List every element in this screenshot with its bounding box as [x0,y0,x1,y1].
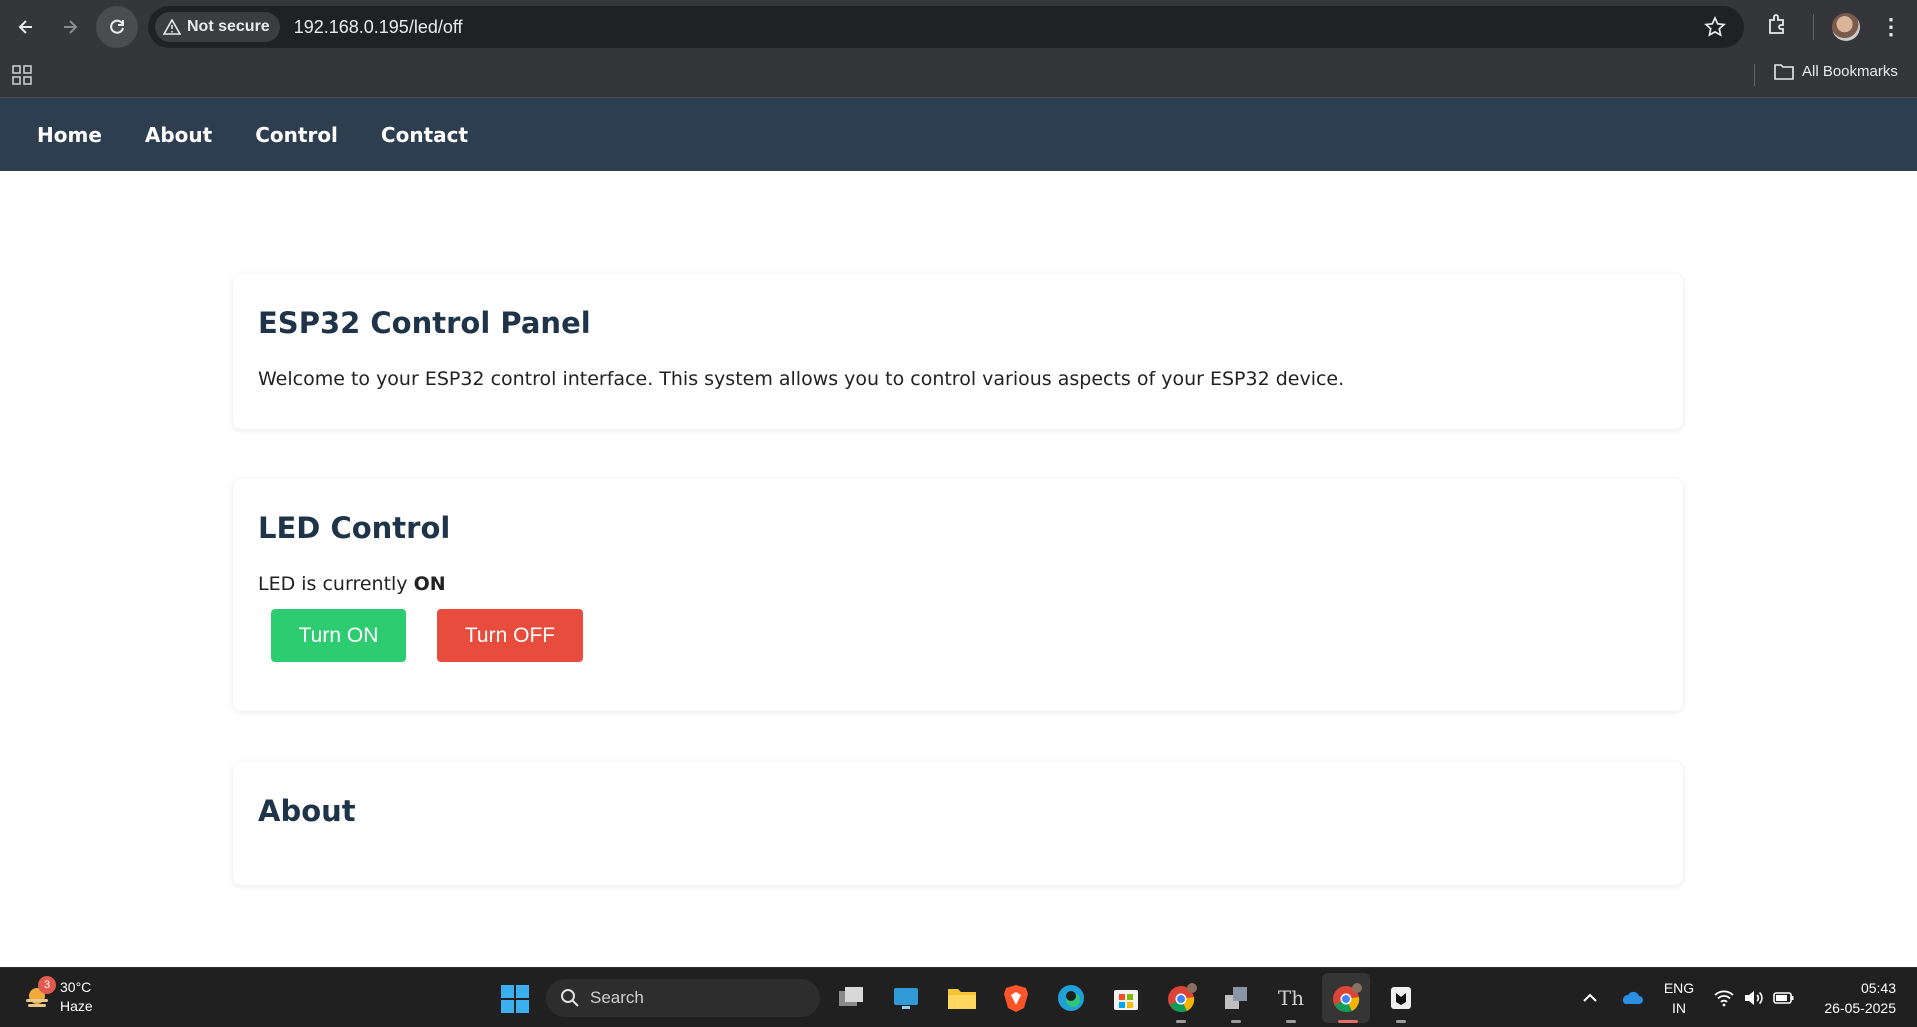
forward-button[interactable] [50,7,90,47]
clock-date: 26-05-2025 [1824,1000,1896,1016]
running-indicator [1286,1020,1296,1023]
led-status-text: LED is currently ON [258,573,1658,595]
desktop-app-icon[interactable] [891,983,921,1013]
control-panel-description: Welcome to your ESP32 control interface.… [258,368,1345,390]
about-card: About [233,762,1683,885]
volume-icon[interactable] [1743,989,1765,1007]
control-panel-card: ESP32 Control Panel Welcome to your ESP3… [233,274,1683,429]
weather-desc: Haze [60,998,93,1014]
virtual-machine-icon[interactable] [1221,983,1251,1013]
windows-start-icon[interactable] [500,984,530,1014]
nav-contact-link[interactable]: Contact [381,123,468,147]
wifi-icon[interactable] [1713,989,1735,1007]
search-placeholder: Search [590,988,644,1007]
typora-app-icon[interactable]: Th [1276,983,1306,1013]
browser-menu-icon[interactable]: ⋮ [1880,13,1902,41]
tray-overflow-chevron-icon[interactable] [1581,989,1599,1007]
about-title: About [258,794,356,828]
profile-avatar[interactable] [1832,13,1860,41]
reload-button[interactable] [96,5,138,48]
page-content: ESP32 Control Panel Welcome to your ESP3… [0,171,1917,967]
all-bookmarks-label: All Bookmarks [1802,63,1898,80]
led-control-card: LED Control LED is currently ON Turn ON … [233,479,1683,711]
onedrive-cloud-icon[interactable] [1619,989,1643,1007]
address-bar[interactable]: Not secure 192.168.0.195/led/off [148,6,1744,48]
browser-toolbar: Not secure 192.168.0.195/led/off ⋮ [0,0,1917,53]
weather-badge: 3 [38,976,56,994]
nav-control-link[interactable]: Control [255,123,338,147]
url-text[interactable]: 192.168.0.195/led/off [294,17,463,38]
haze-weather-icon: 3 [22,976,56,1012]
region-code: IN [1672,1000,1686,1016]
language-indicator[interactable]: ENG IN [1663,978,1695,1018]
led-button-row: Turn ON Turn OFF [258,609,1658,662]
led-status-prefix: LED is currently [258,573,414,595]
edge-browser-icon[interactable] [1056,983,1086,1013]
bookmark-star-icon[interactable] [1704,16,1726,38]
terminal-app-icon[interactable] [1386,983,1416,1013]
control-panel-title: ESP32 Control Panel [258,306,591,340]
brave-browser-icon[interactable] [1001,983,1031,1013]
running-indicator [1396,1020,1406,1023]
nav-home-link[interactable]: Home [37,123,102,147]
reload-icon [110,19,124,34]
nav-about-link[interactable]: About [145,123,212,147]
clock-time: 05:43 [1860,980,1896,996]
apps-grid-icon[interactable] [12,65,32,85]
microsoft-store-icon[interactable] [1111,983,1141,1013]
weather-widget[interactable]: 3 30°C Haze [22,976,93,1016]
extensions-icon[interactable] [1766,12,1790,36]
running-indicator-active [1338,1020,1358,1023]
battery-icon[interactable] [1772,989,1796,1007]
forward-arrow-icon [64,19,78,34]
all-bookmarks-button[interactable]: All Bookmarks [1774,63,1898,80]
chrome-profile-icon[interactable] [1166,983,1197,1013]
back-button[interactable] [6,7,46,47]
file-explorer-icon[interactable] [946,983,976,1013]
security-label: Not secure [187,18,270,35]
task-view-icon[interactable] [836,983,866,1013]
taskbar-search[interactable]: Search [546,979,820,1017]
taskbar-clock[interactable]: 05:43 26-05-2025 [1812,978,1896,1018]
back-arrow-icon [18,19,32,34]
turn-off-button[interactable]: Turn OFF [437,609,583,662]
running-indicator [1176,1020,1186,1023]
turn-on-button[interactable]: Turn ON [271,609,406,662]
warning-icon [163,19,181,35]
search-icon [561,989,579,1007]
led-status-value: ON [413,573,446,595]
led-control-title: LED Control [258,511,451,545]
site-navbar: Home About Control Contact [0,98,1917,171]
chrome-browser-icon[interactable] [1331,983,1362,1013]
language-code: ENG [1663,980,1695,996]
bookmarks-divider [1754,64,1755,86]
toolbar-divider [1813,14,1814,40]
weather-temp: 30°C [60,979,92,995]
security-chip[interactable]: Not secure [155,12,280,42]
bookmarks-bar: All Bookmarks [0,53,1917,98]
folder-icon [1774,64,1794,80]
windows-taskbar: 3 30°C Haze Search Th ENG IN 05:43 26-05… [0,967,1917,1027]
weather-text: 30°C Haze [60,978,93,1016]
running-indicator [1231,1020,1241,1023]
